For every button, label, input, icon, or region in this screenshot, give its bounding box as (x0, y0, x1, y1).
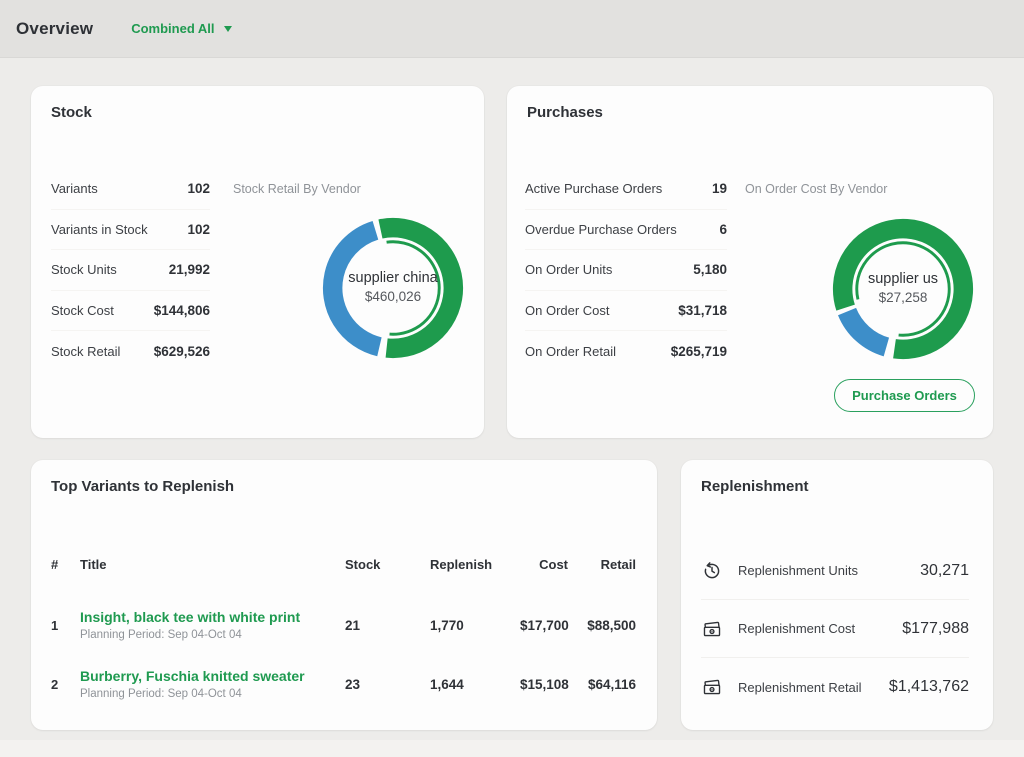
page-title: Overview (16, 19, 93, 39)
stat-value: 5,180 (693, 262, 727, 277)
variant-row-1: 1 Insight, black tee with white print Pl… (51, 596, 636, 655)
replenishment-row-value: $177,988 (902, 620, 969, 638)
variant-retail: $64,116 (568, 677, 636, 692)
column-header-retail: Retail (568, 557, 636, 572)
stat-value: $144,806 (154, 303, 210, 318)
stat-row-variants-in-stock: Variants in Stock 102 (51, 210, 210, 251)
store-filter-dropdown[interactable]: Combined All (129, 17, 233, 40)
variant-title-cell: Insight, black tee with white print Plan… (80, 609, 345, 643)
stat-label: Stock Units (51, 262, 117, 277)
top-variants-card: Top Variants to Replenish # Title Stock … (31, 460, 657, 730)
replenishment-card: Replenishment Replenishment Units 30,271… (681, 460, 993, 730)
stat-label: Overdue Purchase Orders (525, 222, 677, 237)
replenishment-row-value: 30,271 (920, 562, 969, 580)
variant-rank: 1 (51, 618, 80, 633)
top-bar: Overview Combined All (0, 0, 1024, 58)
chevron-down-icon (224, 26, 232, 32)
stat-row-stock-retail: Stock Retail $629,526 (51, 331, 210, 372)
history-icon (701, 560, 723, 582)
purchases-donut-svg (830, 216, 976, 362)
stat-value: $31,718 (678, 303, 727, 318)
stock-card: Stock Variants 102 Variants in Stock 102… (31, 86, 484, 438)
column-header-title: Title (80, 557, 345, 572)
planning-period: Planning Period: Sep 04-Oct 04 (80, 629, 345, 643)
stat-value: 102 (187, 222, 210, 237)
stat-row-on-order-units: On Order Units 5,180 (525, 250, 727, 291)
stat-row-stock-cost: Stock Cost $144,806 (51, 291, 210, 332)
bottom-strip (0, 740, 1024, 757)
store-filter-label: Combined All (131, 21, 214, 36)
stat-label: Variants in Stock (51, 222, 148, 237)
variant-title-link[interactable]: Burberry, Fuschia knitted sweater (80, 668, 345, 685)
variant-retail: $88,500 (568, 618, 636, 633)
column-header-replenish: Replenish (430, 557, 520, 572)
replenishment-row-label: Replenishment Retail (738, 680, 862, 695)
stat-label: On Order Cost (525, 303, 610, 318)
purchases-donut-segment-green[interactable] (830, 216, 976, 362)
table-header-row: # Title Stock Replenish Cost Retail (51, 557, 636, 572)
planning-period: Planning Period: Sep 04-Oct 04 (80, 688, 345, 702)
replenishment-retail-row: Replenishment Retail $1,413,762 (701, 658, 969, 716)
variant-stock: 23 (345, 677, 430, 692)
replenishment-title: Replenishment (701, 478, 809, 495)
replenishment-list: Replenishment Units 30,271 Replenishment… (701, 542, 969, 716)
purchase-orders-button[interactable]: Purchase Orders (834, 379, 975, 412)
purchases-card: Purchases Active Purchase Orders 19 Over… (507, 86, 993, 438)
stat-value: 19 (712, 181, 727, 196)
purchases-chart-caption: On Order Cost By Vendor (745, 182, 887, 196)
variant-title-cell: Burberry, Fuschia knitted sweater Planni… (80, 668, 345, 702)
stat-row-variants: Variants 102 (51, 169, 210, 210)
replenishment-cost-row: Replenishment Cost $177,988 (701, 600, 969, 658)
purchases-stats-list: Active Purchase Orders 19 Overdue Purcha… (525, 169, 727, 372)
stat-value: 6 (719, 222, 727, 237)
stat-value: 21,992 (169, 262, 210, 277)
stat-row-on-order-retail: On Order Retail $265,719 (525, 331, 727, 372)
variant-stock: 21 (345, 618, 430, 633)
variant-row-2: 2 Burberry, Fuschia knitted sweater Plan… (51, 655, 636, 714)
replenishment-units-row: Replenishment Units 30,271 (701, 542, 969, 600)
stat-row-active-purchase-orders: Active Purchase Orders 19 (525, 169, 727, 210)
stat-row-stock-units: Stock Units 21,992 (51, 250, 210, 291)
replenishment-row-label: Replenishment Cost (738, 621, 855, 636)
stat-label: On Order Retail (525, 344, 616, 359)
replenishment-row-value: $1,413,762 (889, 678, 969, 696)
cash-icon (701, 618, 723, 640)
variant-cost: $17,700 (520, 618, 568, 633)
stat-value: $265,719 (671, 344, 727, 359)
stat-label: Active Purchase Orders (525, 181, 662, 196)
replenishment-row-label: Replenishment Units (738, 563, 858, 578)
stat-label: Stock Cost (51, 303, 114, 318)
variant-title-link[interactable]: Insight, black tee with white print (80, 609, 345, 626)
stat-value: $629,526 (154, 344, 210, 359)
stat-label: Stock Retail (51, 344, 120, 359)
variant-rank: 2 (51, 677, 80, 692)
variant-replenish: 1,770 (430, 618, 520, 633)
stock-chart-caption: Stock Retail By Vendor (233, 182, 361, 196)
stock-donut-svg (320, 215, 466, 361)
column-header-rank: # (51, 557, 80, 572)
stat-row-on-order-cost: On Order Cost $31,718 (525, 291, 727, 332)
cash-icon (701, 676, 723, 698)
stock-card-title: Stock (51, 104, 92, 121)
stat-value: 102 (187, 181, 210, 196)
top-variants-title: Top Variants to Replenish (51, 478, 234, 495)
variant-cost: $15,108 (520, 677, 568, 692)
column-header-stock: Stock (345, 557, 430, 572)
stat-label: On Order Units (525, 262, 612, 277)
column-header-cost: Cost (520, 557, 568, 572)
purchases-donut-chart: supplier us $27,258 (830, 216, 976, 362)
stat-row-overdue-purchase-orders: Overdue Purchase Orders 6 (525, 210, 727, 251)
variant-replenish: 1,644 (430, 677, 520, 692)
purchases-card-title: Purchases (527, 104, 603, 121)
stock-donut-chart: supplier china $460,026 (320, 215, 466, 361)
stock-stats-list: Variants 102 Variants in Stock 102 Stock… (51, 169, 210, 372)
stock-donut-segment-green[interactable] (321, 216, 464, 359)
table-body: 1 Insight, black tee with white print Pl… (51, 596, 636, 714)
stat-label: Variants (51, 181, 98, 196)
